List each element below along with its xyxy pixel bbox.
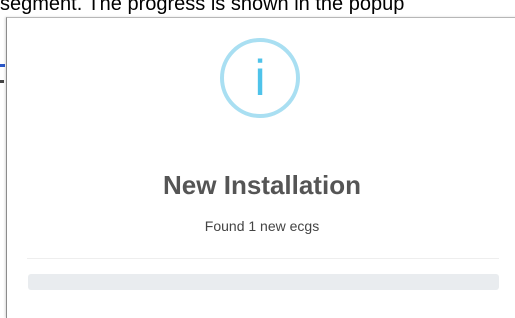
background-instruction-text: segment. The progress is shown in the po…: [0, 0, 405, 15]
dialog-divider: [27, 258, 499, 259]
dialog-title: New Installation: [163, 170, 361, 200]
installation-progress-bar: [28, 274, 499, 290]
info-icon: i: [220, 38, 300, 118]
info-icon-glyph: i: [254, 50, 266, 106]
dialog-message: Found 1 new ecgs: [204, 218, 320, 234]
background-text-fragment: [0, 80, 4, 83]
background-link-fragment: [0, 64, 5, 67]
installation-dialog: i New Installation Found 1 new ecgs: [6, 17, 515, 318]
